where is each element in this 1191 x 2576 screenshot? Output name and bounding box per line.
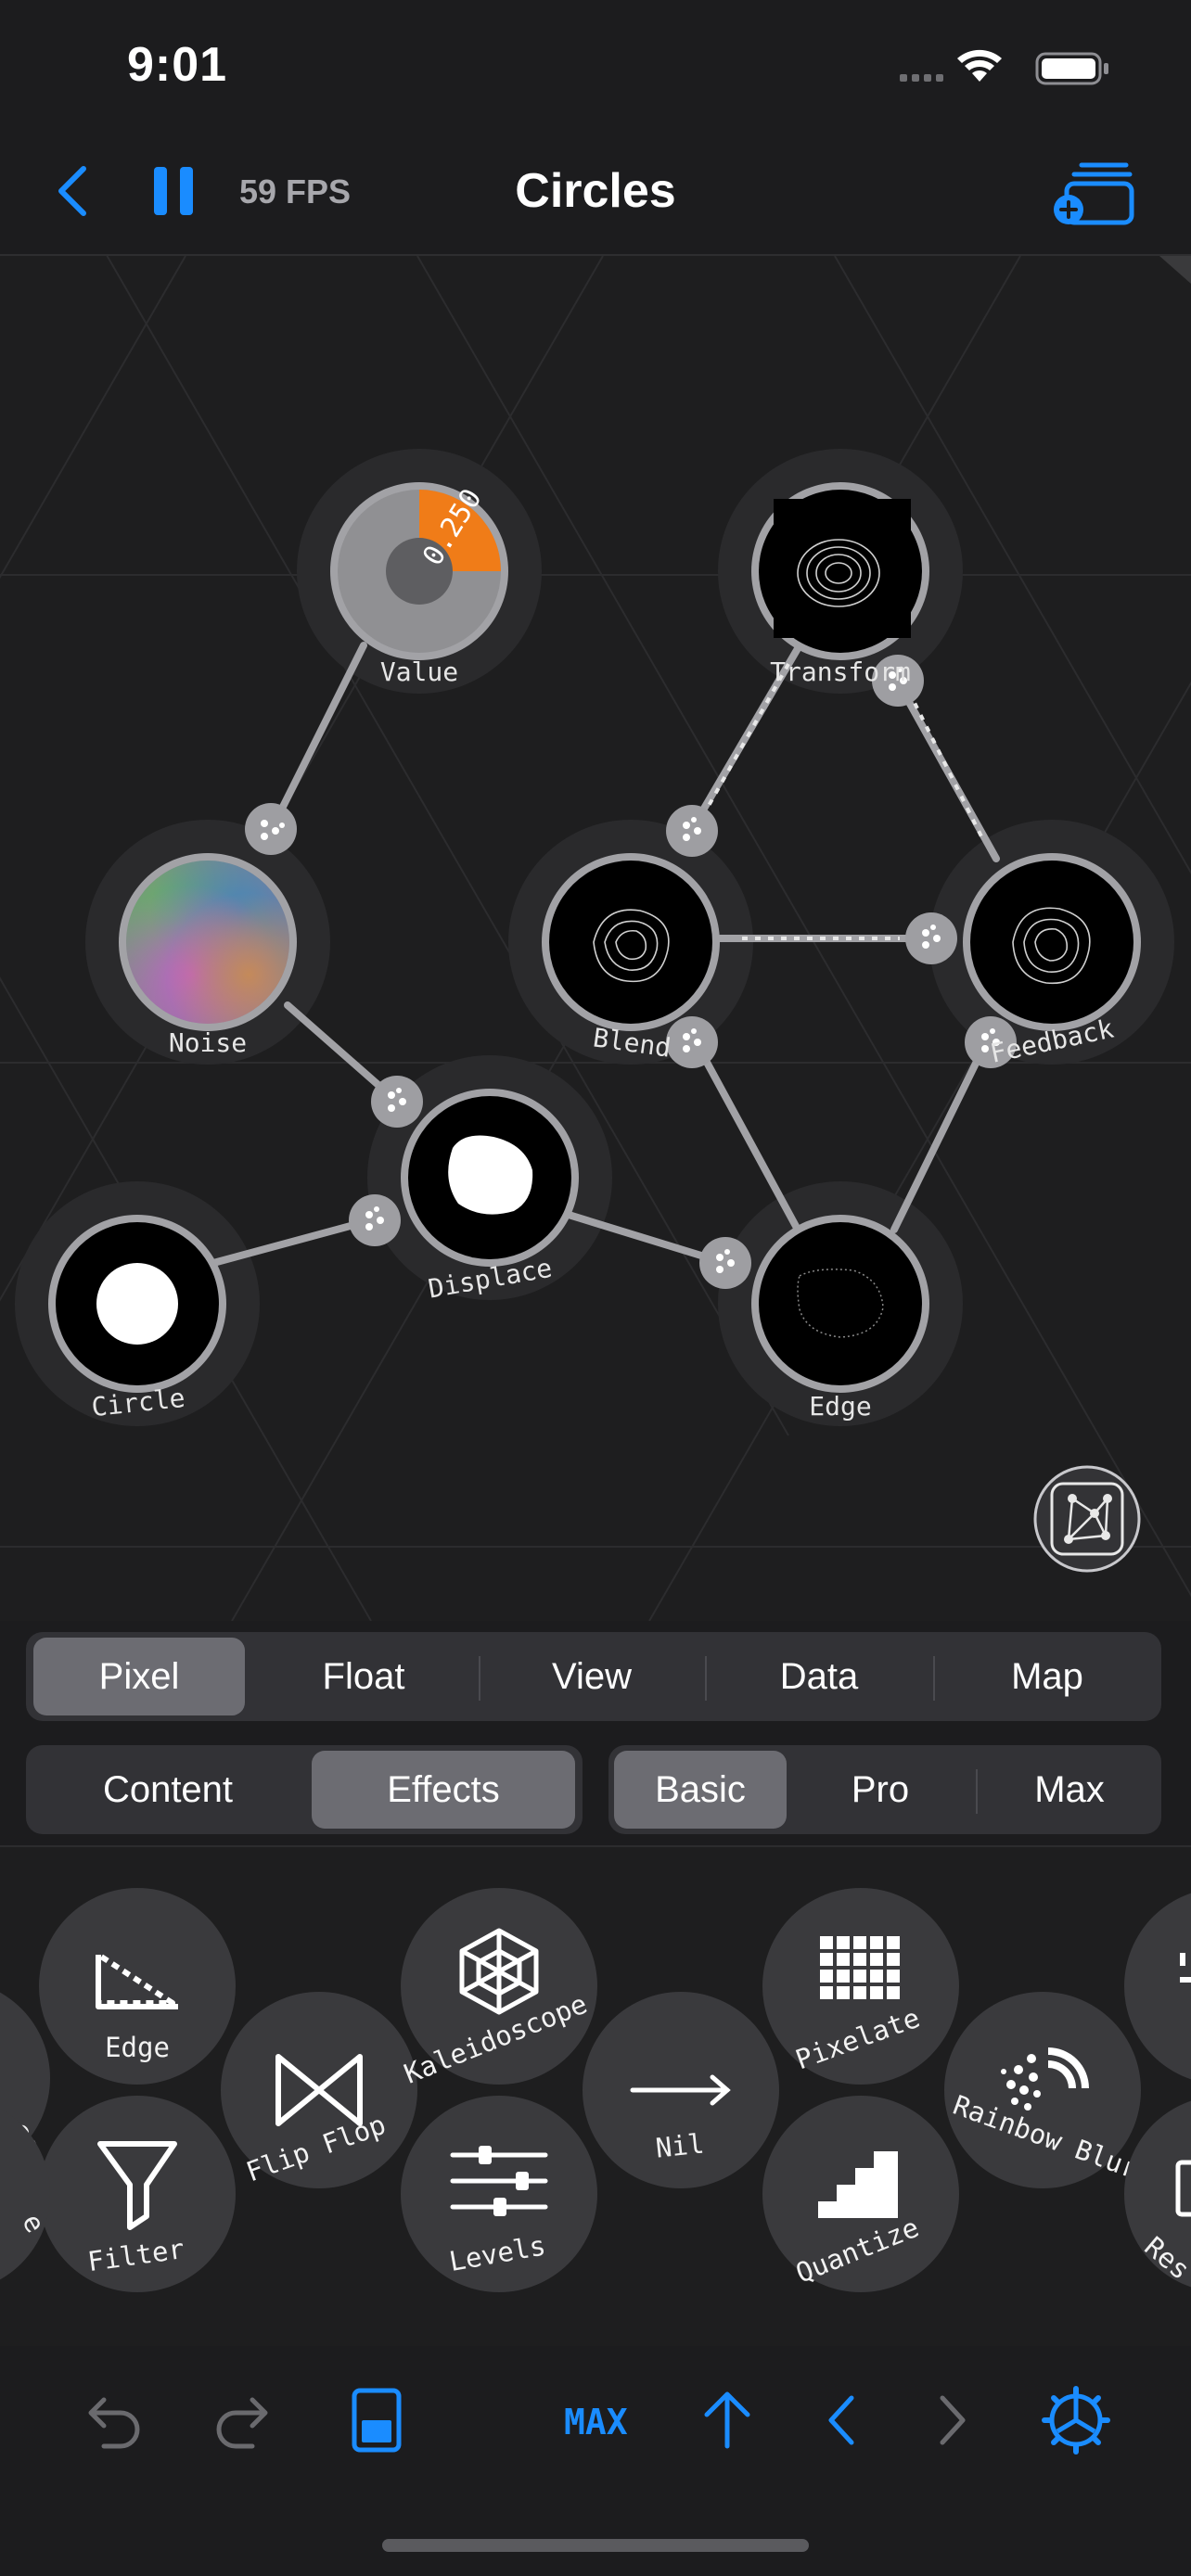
- chevron-right-icon[interactable]: [933, 2391, 974, 2450]
- stairs-icon: [818, 2151, 898, 2218]
- tab-pixel[interactable]: Pixel: [33, 1638, 245, 1715]
- tab-data[interactable]: Data: [712, 1638, 926, 1715]
- palette-item-kaleidoscope[interactable]: Kaleidoscope: [401, 1888, 597, 2085]
- displace-node[interactable]: [408, 1096, 571, 1259]
- palette-label-quantize: Quantize: [791, 2212, 923, 2289]
- add-project-icon[interactable]: [1050, 158, 1135, 228]
- wifi-icon: [957, 49, 1002, 82]
- battery-icon: [1035, 52, 1108, 85]
- flip-flop-icon: [275, 2054, 363, 2126]
- noise-node[interactable]: [126, 861, 289, 1024]
- settings-gear-icon[interactable]: [1041, 2385, 1111, 2455]
- palette-item-edge[interactable]: Edge: [39, 1888, 236, 2085]
- palette-item-levels[interactable]: Levels: [401, 2096, 597, 2292]
- value-node-label: Value: [380, 657, 458, 687]
- status-icons: [900, 49, 1108, 85]
- palette-item-partial-left-bottom[interactable]: e: [0, 2096, 50, 2292]
- arrow-up-icon[interactable]: [699, 2387, 755, 2452]
- tab-float[interactable]: Float: [258, 1638, 469, 1715]
- noise-node-label: Noise: [169, 1027, 247, 1058]
- palette-label-levels: Levels: [447, 2229, 548, 2277]
- circle-node[interactable]: [56, 1222, 219, 1385]
- tab-basic[interactable]: Basic: [614, 1751, 787, 1829]
- tab-content[interactable]: Content: [33, 1751, 302, 1829]
- level-segmented-control: Basic Pro Max: [608, 1745, 1161, 1834]
- max-button[interactable]: MAX: [564, 2402, 628, 2442]
- category-segmented-control: Pixel Float View Data Map: [26, 1632, 1161, 1721]
- palette-label-nil: Nil: [654, 2127, 706, 2163]
- palette-item-quantize[interactable]: Quantize: [762, 2096, 959, 2292]
- palette-item-partial-right-bottom[interactable]: Res: [1124, 2096, 1191, 2292]
- transform-node[interactable]: [759, 490, 922, 653]
- kind-segmented-control: Content Effects: [26, 1745, 583, 1834]
- node-palette[interactable]: ce Edge Filter Flip Flop: [0, 1845, 1191, 2350]
- blend-node[interactable]: [549, 861, 712, 1024]
- kaleidoscope-icon: [459, 1928, 539, 2015]
- panel-toggle-icon[interactable]: [351, 2387, 404, 2455]
- feedback-node[interactable]: [970, 861, 1133, 1024]
- arrow-right-icon: [630, 2074, 731, 2106]
- redo-icon[interactable]: [211, 2391, 276, 2450]
- palette-item-partial-right-top[interactable]: [1124, 1888, 1191, 2085]
- palette-item-flip-flop[interactable]: Flip Flop: [221, 1992, 417, 2188]
- transform-node-label: Transform: [770, 657, 911, 687]
- palette-label-edge: Edge: [105, 2032, 170, 2063]
- palette-label-pixelate: Pixelate: [791, 2002, 924, 2076]
- rainbow-blur-icon: [1001, 2047, 1089, 2111]
- funnel-icon: [97, 2141, 177, 2230]
- edge-node[interactable]: [759, 1222, 922, 1385]
- tab-max[interactable]: Max: [983, 1751, 1156, 1829]
- pixel-grid-icon: [820, 1936, 900, 1999]
- node-canvas[interactable]: 0.250 Value Transform Noise Blend Feedba…: [0, 254, 1191, 1621]
- palette-label-rainbow-blur: Rainbow Blur: [949, 2089, 1141, 2186]
- ruler-triangle-icon: [96, 1952, 178, 2009]
- tab-pro[interactable]: Pro: [794, 1751, 967, 1829]
- status-time: 9:01: [127, 38, 228, 92]
- chevron-left-icon[interactable]: [820, 2391, 861, 2450]
- palette-item-pixelate[interactable]: Pixelate: [762, 1888, 959, 2085]
- palette-item-rainbow-blur[interactable]: Rainbow Blur: [944, 1992, 1141, 2188]
- tab-view[interactable]: View: [486, 1638, 698, 1715]
- palette-label-kaleidoscope: Kaleidoscope: [401, 1988, 592, 2085]
- palette-label-flip-flop: Flip Flop: [242, 2109, 390, 2188]
- edge-node-label: Edge: [809, 1391, 871, 1422]
- svg-text:e: e: [16, 2208, 50, 2238]
- tab-effects[interactable]: Effects: [312, 1751, 575, 1829]
- undo-icon[interactable]: [80, 2391, 145, 2450]
- svg-text:Res: Res: [1139, 2230, 1191, 2286]
- graph-layout-button[interactable]: [1033, 1465, 1141, 1573]
- palette-item-nil[interactable]: Nil: [583, 1992, 779, 2188]
- palette-label-filter: Filter: [85, 2233, 186, 2277]
- home-indicator: [382, 2539, 809, 2552]
- tab-map[interactable]: Map: [941, 1638, 1154, 1715]
- signal-icon: [900, 74, 943, 82]
- page-title: Circles: [515, 164, 676, 218]
- palette-item-filter[interactable]: Filter: [39, 2096, 236, 2292]
